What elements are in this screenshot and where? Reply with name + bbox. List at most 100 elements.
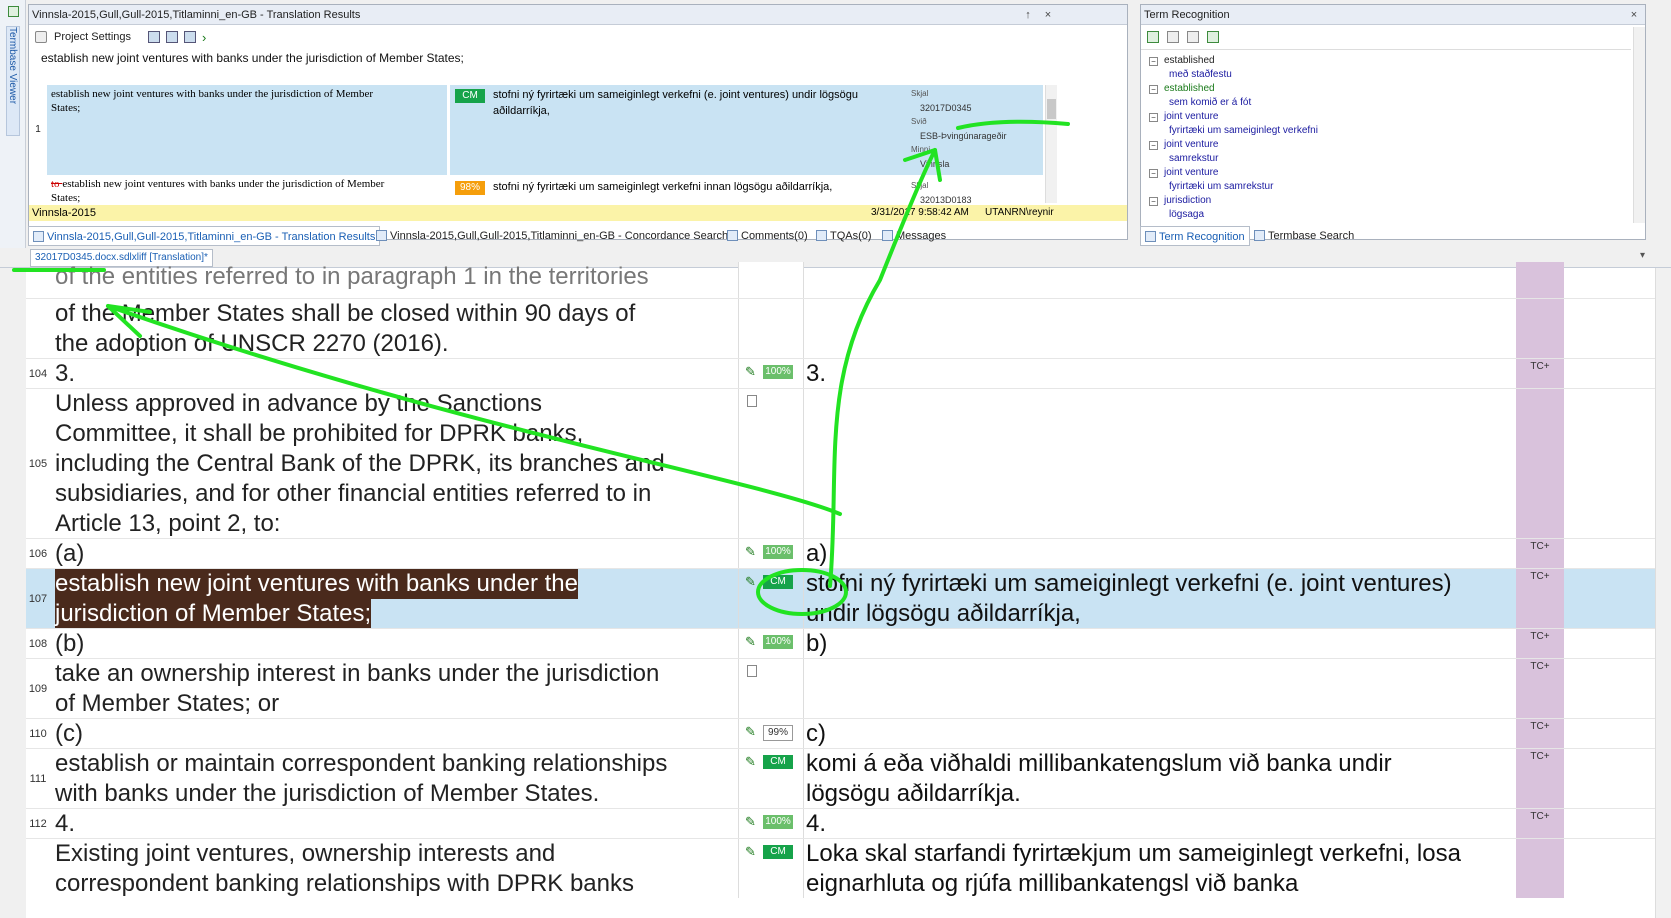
editor-row[interactable]: 111 establish or maintain correspondent b… xyxy=(26,748,1671,808)
collapse-icon[interactable]: − xyxy=(1149,85,1158,94)
edit-term-icon[interactable] xyxy=(1187,31,1199,43)
hit-source-line: establish new joint ventures with banks … xyxy=(51,88,373,100)
tab-concordance-search[interactable]: Vinnsla-2015,Gull,Gull-2015,Titlaminni_e… xyxy=(372,226,732,246)
term-source: joint venture xyxy=(1164,139,1219,150)
left-sidebar: Termbase Viewer xyxy=(0,0,26,264)
segment-target-line: eignarhluta og rjúfa millibankatengsl vi… xyxy=(806,870,1299,897)
term-target: sem komið er á fót xyxy=(1169,97,1252,108)
segment-target[interactable]: c) xyxy=(804,719,1504,748)
editor-row[interactable]: 110 (c) ✎ 99% c) TC+ xyxy=(26,718,1671,748)
close-icon[interactable]: × xyxy=(1041,5,1055,25)
compare-view-icon[interactable] xyxy=(166,31,178,43)
collapse-icon[interactable]: − xyxy=(1149,169,1158,178)
term-entry[interactable]: − established xyxy=(1149,82,1215,96)
tab-termbase-search[interactable]: Termbase Search xyxy=(1250,226,1358,246)
segment-source-line: (b) xyxy=(55,630,85,657)
editor-row[interactable]: of the Member States shall be closed wit… xyxy=(26,298,1671,358)
term-recognition-panel: Term Recognition × − established með stað… xyxy=(1140,4,1646,240)
term-entry[interactable]: − jurisdiction xyxy=(1149,194,1211,208)
segment-source[interactable]: 4. xyxy=(55,809,735,838)
segment-source[interactable]: (b) xyxy=(55,629,735,658)
svid-label: Svið xyxy=(911,117,927,126)
segment-target[interactable]: a) xyxy=(804,539,1504,568)
term-entry[interactable]: − joint venture xyxy=(1149,166,1218,180)
hit-target: stofni ný fyrirtæki um sameiginlegt verk… xyxy=(493,89,858,117)
segment-target[interactable]: Loka skal starfandi fyrirtækjum um samei… xyxy=(804,839,1504,898)
editor-row[interactable]: 106 (a) ✎ 100% a) TC+ xyxy=(26,538,1671,568)
editor-row[interactable]: Existing joint ventures, ownership inter… xyxy=(26,838,1671,898)
term-entry[interactable]: − joint venture xyxy=(1149,138,1218,152)
collapse-icon[interactable]: − xyxy=(1149,57,1158,66)
termbase-viewer-tab[interactable]: Termbase Viewer xyxy=(6,26,20,136)
svid-value: ESB-Þvingúnarageðir xyxy=(920,131,1007,141)
search-icon[interactable] xyxy=(1147,31,1159,43)
hit-target: stofni ný fyrirtæki um sameiginlegt verk… xyxy=(493,181,833,193)
tab-term-recognition[interactable]: Term Recognition xyxy=(1140,226,1250,246)
tm-hit-1[interactable]: 1 establish new joint ventures with bank… xyxy=(29,85,1043,175)
segment-source[interactable]: establish new joint ventures with banks … xyxy=(55,569,735,628)
segment-source-line: 3. xyxy=(55,360,76,387)
term-scrollbar[interactable] xyxy=(1633,27,1645,223)
editor-row[interactable]: 112 4. ✎ 100% 4. TC+ xyxy=(26,808,1671,838)
project-settings-button[interactable]: Project Settings xyxy=(54,26,131,48)
segment-source[interactable]: (a) xyxy=(55,539,735,568)
chevron-down-icon[interactable]: ▾ xyxy=(1640,250,1645,261)
segment-source[interactable]: 3. xyxy=(55,359,735,388)
scroll-thumb[interactable] xyxy=(1047,99,1056,119)
segment-source[interactable]: Existing joint ventures, ownership inter… xyxy=(55,839,735,898)
collapse-icon[interactable]: − xyxy=(1149,197,1158,206)
segment-target[interactable]: 4. xyxy=(804,809,1504,838)
editor-row[interactable]: 104 3. ✎ 100% 3. TC+ xyxy=(26,358,1671,388)
hit-source-line: States; xyxy=(51,102,81,114)
translation-results-title: Vinnsla-2015,Gull,Gull-2015,Titlaminni_e… xyxy=(29,5,1127,25)
segment-source[interactable]: of the Member States shall be closed wit… xyxy=(55,299,735,358)
segment-source-line: (c) xyxy=(55,720,83,747)
term-target: samrekstur xyxy=(1169,153,1219,164)
hit-index: 1 xyxy=(29,85,47,175)
editor-row[interactable]: 108 (b) ✎ 100% b) TC+ xyxy=(26,628,1671,658)
comment-icon xyxy=(727,230,738,241)
tm-hit-2[interactable]: to establish new joint ventures with ban… xyxy=(29,177,1043,205)
chevron-right-icon[interactable]: › xyxy=(202,27,206,49)
segment-state-cell xyxy=(1516,839,1564,898)
list-view-icon[interactable] xyxy=(148,31,160,43)
collapse-icon[interactable]: − xyxy=(1149,113,1158,122)
segment-source[interactable]: Unless approved in advance by the Sancti… xyxy=(55,389,735,538)
term-entry[interactable]: − joint venture xyxy=(1149,110,1218,124)
segment-target[interactable]: 3. xyxy=(804,359,1504,388)
tab-tqas[interactable]: TQAs(0) xyxy=(812,226,876,246)
segment-source[interactable]: establish or maintain correspondent bank… xyxy=(55,749,735,808)
segment-state-cell xyxy=(1516,262,1564,298)
tab-comments[interactable]: Comments(0) xyxy=(723,226,812,246)
segment-number: 104 xyxy=(28,368,48,380)
pin-icon[interactable]: ↑ xyxy=(1021,5,1035,25)
term-source: joint venture xyxy=(1164,167,1219,178)
filter-view-icon[interactable] xyxy=(184,31,196,43)
pencil-icon: ✎ xyxy=(745,364,756,379)
termbase-icon[interactable] xyxy=(1207,31,1219,43)
segment-source[interactable]: (c) xyxy=(55,719,735,748)
termbase-viewer-icon[interactable] xyxy=(8,6,19,17)
segment-target[interactable]: b) xyxy=(804,629,1504,658)
settings-icon[interactable] xyxy=(35,31,47,43)
term-entry[interactable]: − established xyxy=(1149,54,1215,68)
editor-row[interactable]: 107 establish new joint ventures with ban… xyxy=(26,568,1671,628)
match-badge: 100% xyxy=(763,635,793,649)
editor-scrollbar[interactable] xyxy=(1655,268,1671,918)
segment-target[interactable]: stofni ný fyrirtæki um sameiginlegt verk… xyxy=(804,569,1504,628)
segment-target[interactable]: komi á eða viðhaldi millibankatengslum v… xyxy=(804,749,1504,808)
editor-row[interactable]: 109 take an ownership interest in banks u… xyxy=(26,658,1671,718)
tab-messages[interactable]: Messages xyxy=(878,226,950,246)
add-term-icon[interactable] xyxy=(1167,31,1179,43)
segment-source-line: Existing joint ventures, ownership inter… xyxy=(55,840,556,867)
hits-scrollbar[interactable] xyxy=(1045,85,1057,203)
collapse-icon[interactable]: − xyxy=(1149,141,1158,150)
segment-source-line: take an ownership interest in banks unde… xyxy=(55,660,660,687)
segment-source[interactable]: of the entities referred to in paragraph… xyxy=(55,262,735,292)
segment-source[interactable]: take an ownership interest in banks unde… xyxy=(55,659,735,718)
match-percent-badge: 98% xyxy=(455,181,485,195)
close-icon[interactable]: × xyxy=(1627,5,1641,25)
editor-row[interactable]: 105 Unless approved in advance by the San… xyxy=(26,388,1671,538)
tab-translation-results[interactable]: Vinnsla-2015,Gull,Gull-2015,Titlaminni_e… xyxy=(28,226,381,246)
editor-row-partial[interactable]: of the entities referred to in paragraph… xyxy=(26,262,1671,298)
